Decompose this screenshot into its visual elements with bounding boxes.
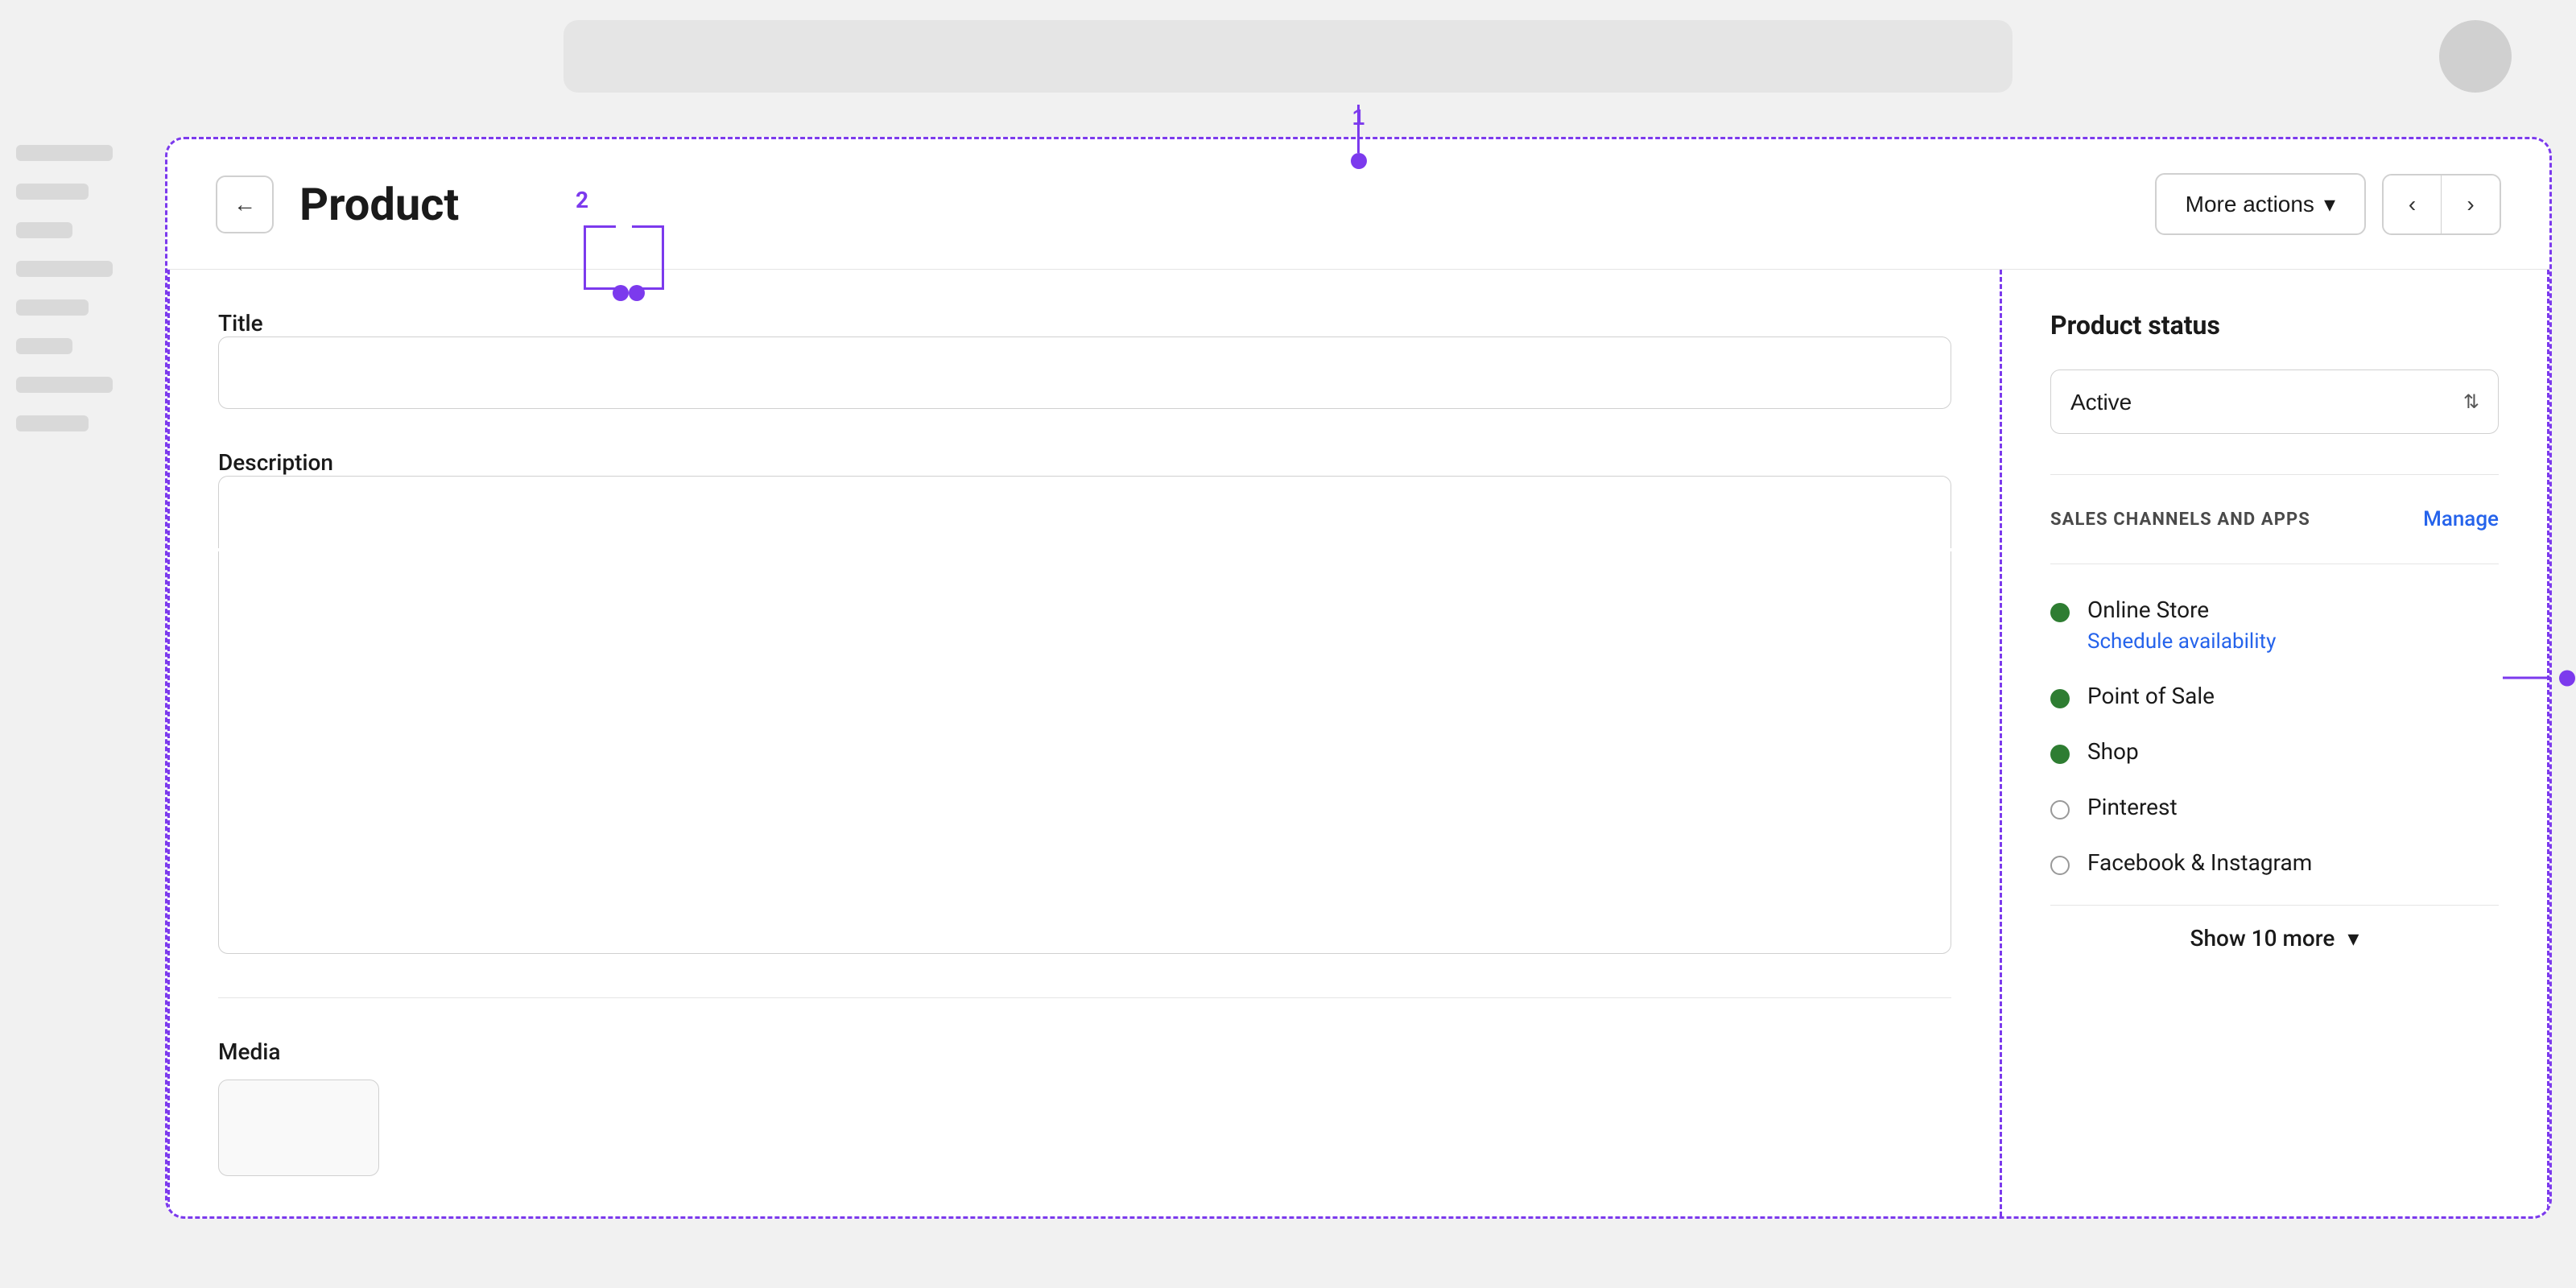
- chevron-down-icon: ▾: [2324, 191, 2335, 217]
- channel-item-online-store: Online Store Schedule availability: [2050, 597, 2499, 654]
- header-left: ← Product: [216, 175, 459, 233]
- description-field-group: Description: [218, 449, 1951, 957]
- description-label: Description: [218, 449, 333, 476]
- left-panel: Title Description Media: [167, 270, 2002, 1216]
- channel-dot-pinterest: [2050, 800, 2070, 819]
- channel-name-pinterest: Pinterest: [2087, 794, 2178, 820]
- nav-buttons: ‹ ›: [2382, 174, 2501, 235]
- channel-name-online-store: Online Store: [2087, 597, 2276, 623]
- media-title: Media: [218, 1038, 1951, 1065]
- channel-info-shop: Shop: [2087, 738, 2139, 765]
- chevron-right-icon: ›: [2467, 192, 2474, 217]
- description-toolbar[interactable]: [218, 476, 1951, 548]
- channel-name-pos: Point of Sale: [2087, 683, 2215, 709]
- title-label: Title: [218, 310, 263, 336]
- show-more-label: Show 10 more: [2190, 925, 2335, 952]
- section-divider-channels: [2050, 474, 2499, 475]
- sidebar-item[interactable]: [16, 377, 113, 393]
- channel-item-pos: Point of Sale: [2050, 683, 2499, 709]
- channel-info-fb-ig: Facebook & Instagram: [2087, 849, 2312, 876]
- content-area: Title Description Media: [167, 270, 2549, 1216]
- show-more-button[interactable]: Show 10 more ▾: [2050, 905, 2499, 971]
- right-panel: Product status Active Draft Archived ⇅ S…: [2002, 270, 2549, 1216]
- channel-dot-shop: [2050, 745, 2070, 764]
- more-actions-button[interactable]: More actions ▾: [2155, 173, 2366, 235]
- sidebar-item[interactable]: [16, 184, 89, 200]
- status-select-wrapper: Active Draft Archived ⇅: [2050, 369, 2499, 434]
- channel-name-shop: Shop: [2087, 738, 2139, 765]
- search-bar[interactable]: [564, 20, 2013, 93]
- channel-dot-pos: [2050, 689, 2070, 708]
- sales-channels-header: SALES CHANNELS AND APPS Manage: [2050, 507, 2499, 531]
- main-content: 1 2 3 ←: [141, 113, 2576, 1288]
- schedule-availability-link[interactable]: Schedule availability: [2087, 630, 2276, 654]
- header-right: More actions ▾ ‹ ›: [2155, 173, 2501, 235]
- sidebar: [0, 113, 141, 1288]
- channel-name-fb-ig: Facebook & Instagram: [2087, 849, 2312, 876]
- sidebar-item[interactable]: [16, 299, 89, 316]
- section-divider: [218, 997, 1951, 998]
- channel-item-shop: Shop: [2050, 738, 2499, 765]
- sidebar-item[interactable]: [16, 261, 113, 277]
- page-title: Product: [299, 178, 459, 231]
- channel-item-pinterest: Pinterest: [2050, 794, 2499, 820]
- media-placeholder[interactable]: [218, 1080, 379, 1176]
- chevron-left-icon: ‹: [2409, 192, 2416, 217]
- nav-next-button[interactable]: ›: [2442, 175, 2500, 233]
- manage-link[interactable]: Manage: [2423, 507, 2499, 531]
- channel-info-pinterest: Pinterest: [2087, 794, 2178, 820]
- channel-dot-online-store: [2050, 603, 2070, 622]
- avatar[interactable]: [2439, 20, 2512, 93]
- product-card: ← Product More actions ▾ ‹ ›: [165, 137, 2552, 1219]
- sales-channels-label: SALES CHANNELS AND APPS: [2050, 510, 2310, 530]
- chevron-down-more-icon: ▾: [2347, 925, 2359, 952]
- back-button[interactable]: ←: [216, 175, 274, 233]
- nav-prev-button[interactable]: ‹: [2384, 175, 2442, 233]
- sidebar-item[interactable]: [16, 145, 113, 161]
- sidebar-item[interactable]: [16, 338, 72, 354]
- top-bar: [0, 0, 2576, 113]
- sidebar-item[interactable]: [16, 415, 89, 431]
- description-textarea[interactable]: [218, 551, 1951, 954]
- back-icon: ←: [233, 192, 256, 217]
- status-select[interactable]: Active Draft Archived: [2050, 369, 2499, 434]
- annotation-1-label: 1: [1352, 105, 1365, 130]
- channel-info-online-store: Online Store Schedule availability: [2087, 597, 2276, 654]
- title-input[interactable]: [218, 336, 1951, 409]
- channel-dot-fb-ig: [2050, 856, 2070, 875]
- more-actions-label: More actions: [2186, 192, 2314, 217]
- annotation-2-label: 2: [576, 187, 588, 213]
- title-field-group: Title: [218, 310, 1951, 409]
- channel-item-fb-ig: Facebook & Instagram: [2050, 849, 2499, 876]
- product-status-title: Product status: [2050, 310, 2499, 341]
- sidebar-item[interactable]: [16, 222, 72, 238]
- channel-info-pos: Point of Sale: [2087, 683, 2215, 709]
- media-section: Media: [218, 1038, 1951, 1176]
